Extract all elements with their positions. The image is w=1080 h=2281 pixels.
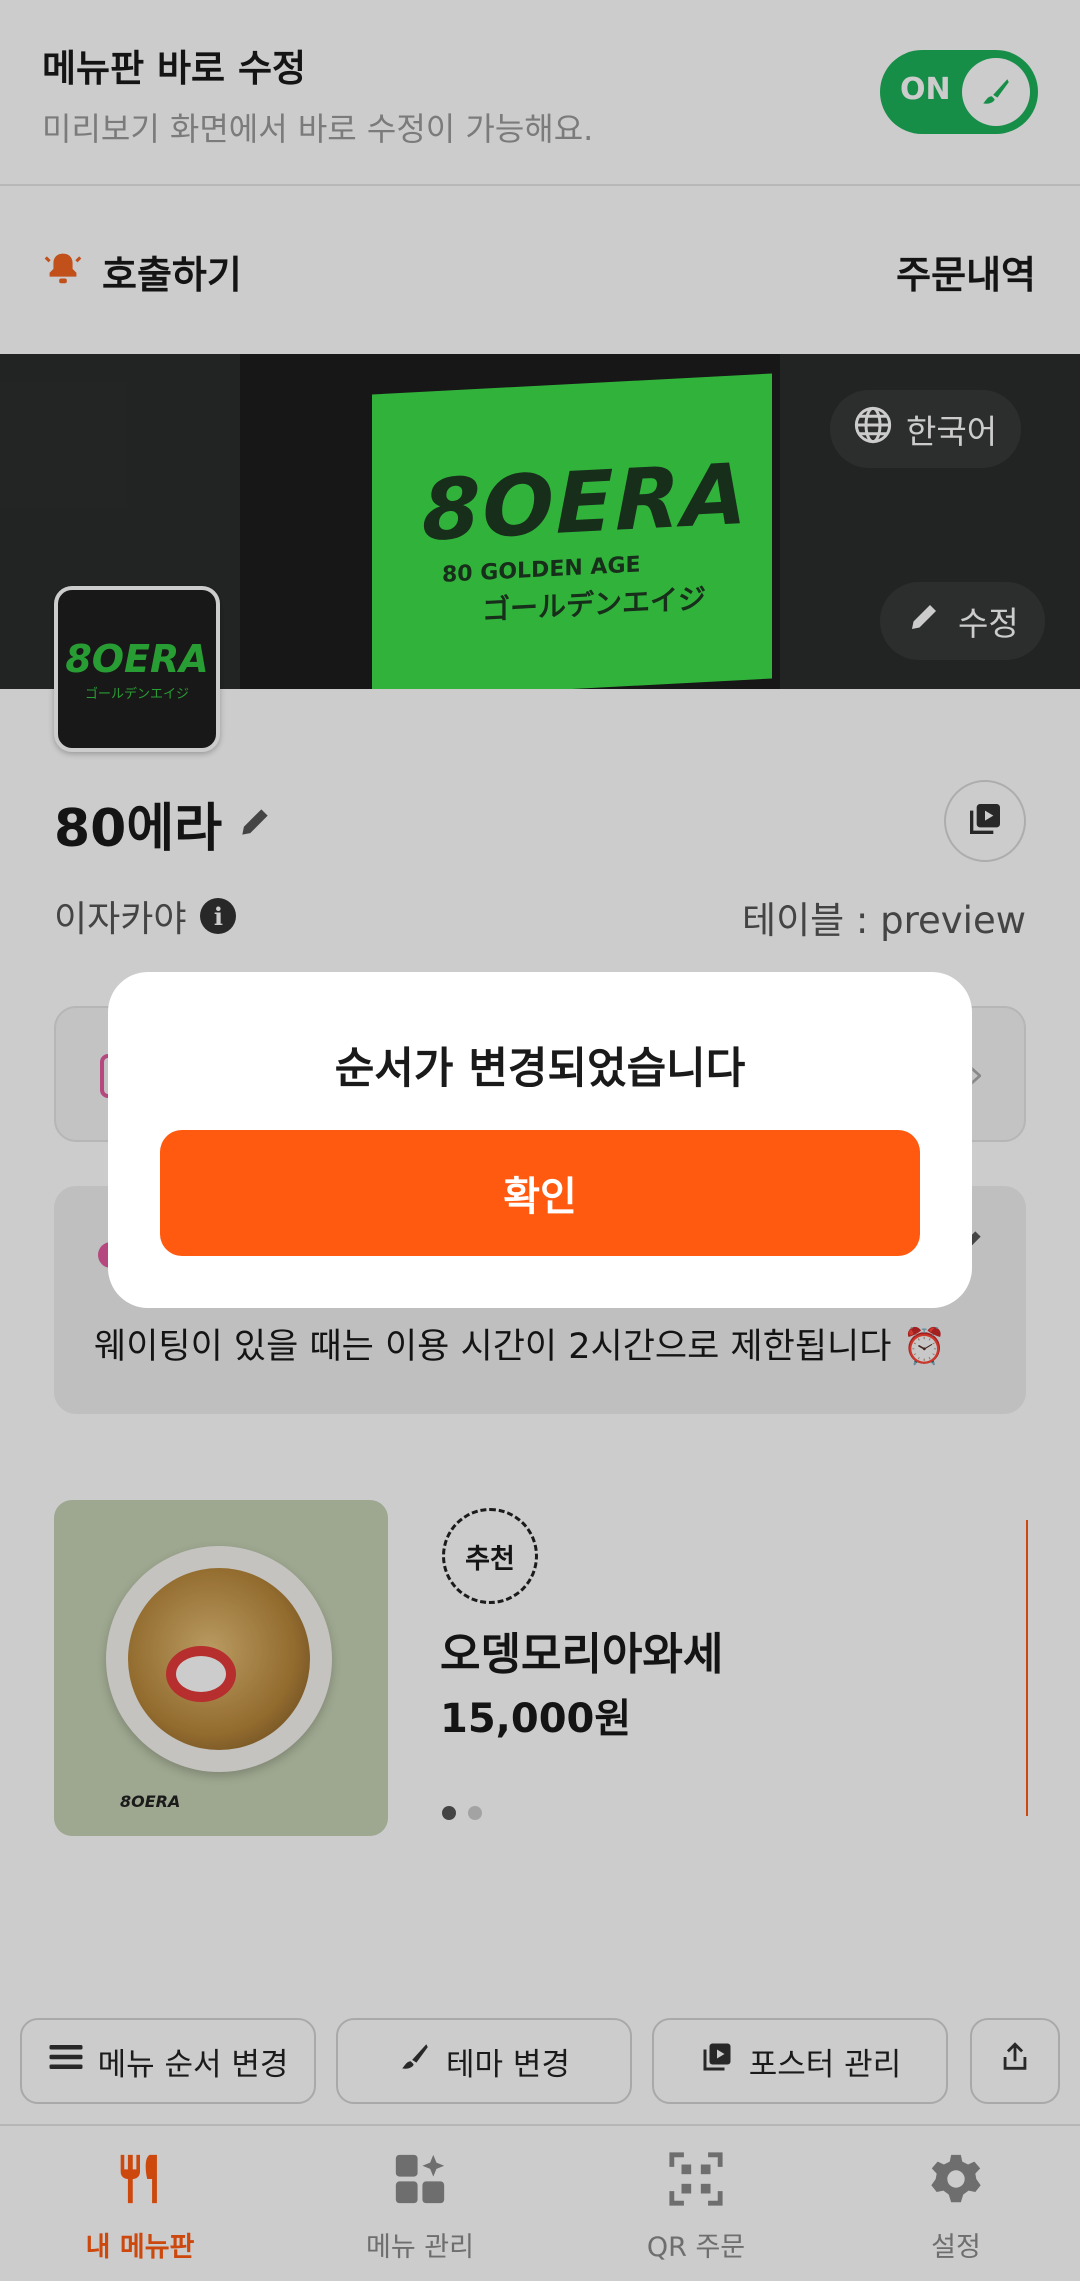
dialog-message: 순서가 변경되었습니다 — [334, 1044, 746, 1094]
confirm-button[interactable]: 확인 — [160, 1130, 920, 1256]
confirm-dialog: 순서가 변경되었습니다 확인 — [108, 972, 972, 1308]
